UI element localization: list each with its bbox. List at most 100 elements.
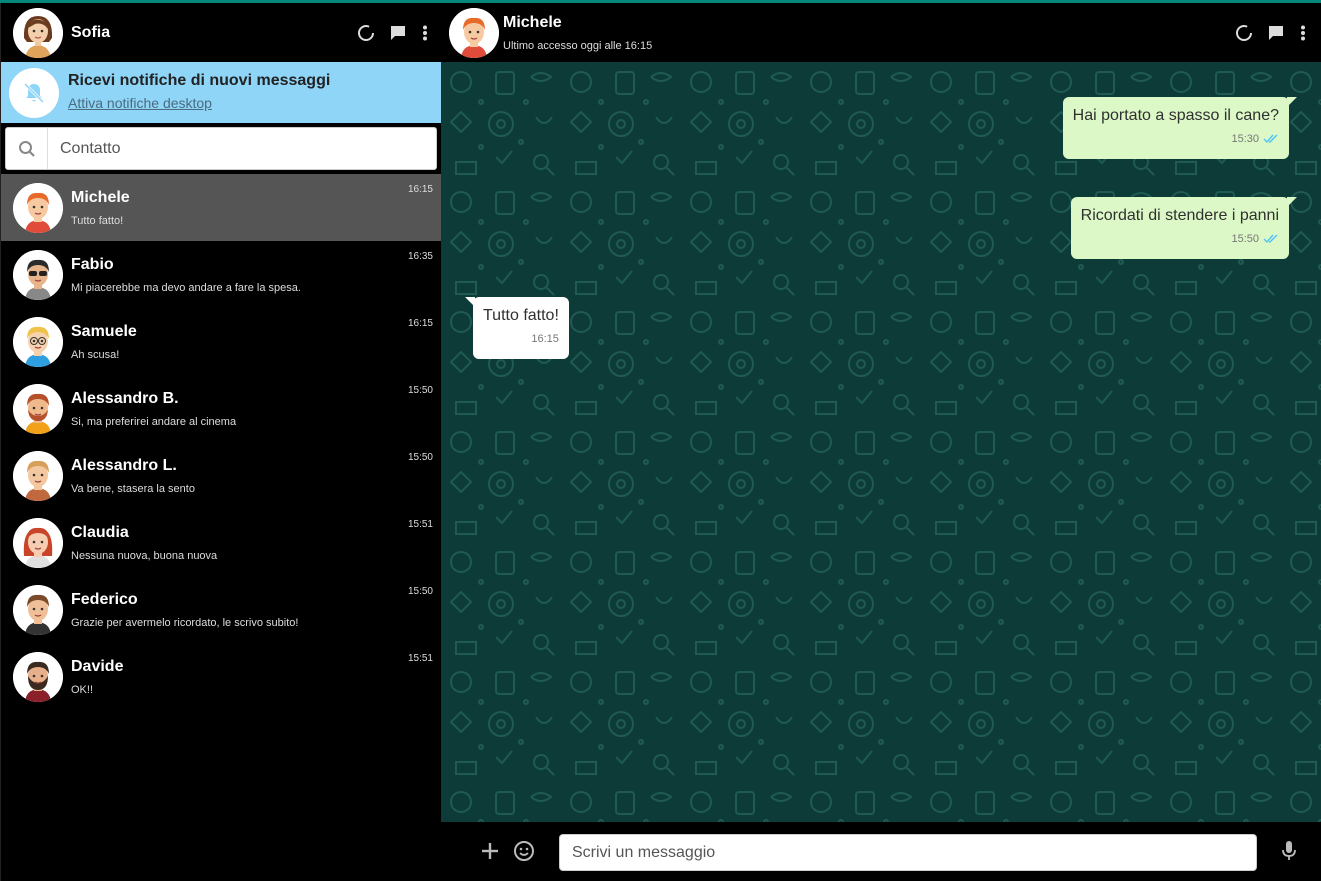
message-input[interactable] xyxy=(572,843,1256,862)
microphone-icon[interactable] xyxy=(1277,839,1301,863)
status-icon[interactable] xyxy=(1235,24,1253,42)
contact-last-message: OK!! xyxy=(71,683,94,696)
read-receipt-icon xyxy=(1263,234,1278,244)
contact-time: 16:15 xyxy=(407,184,433,195)
chat-bubble-icon[interactable] xyxy=(1267,24,1285,42)
contact-name: Alessandro L. xyxy=(71,456,177,474)
message-time: 16:15 xyxy=(531,333,559,345)
notification-text: Ricevi notifiche di nuovi messaggi Attiv… xyxy=(68,72,330,113)
message-time: 15:50 xyxy=(1231,233,1259,245)
avatar xyxy=(13,383,63,434)
chat-contact-name: Michele xyxy=(503,13,562,31)
contact-item[interactable]: Alessandro L. Va bene, stasera la sento 15… xyxy=(1,442,441,509)
chat-header: Michele Ultimo accesso oggi alle 16:15 xyxy=(441,3,1321,62)
contact-time: 15:51 xyxy=(407,519,433,530)
contact-text: Michele Tutto fatto! xyxy=(71,189,429,227)
contact-item[interactable]: Davide OK!! 15:51 xyxy=(1,643,441,710)
app-window: Sofia Ricevi notifiche di nuovi messaggi… xyxy=(0,0,1321,881)
contact-time: 16:35 xyxy=(407,251,433,262)
contact-last-message: Grazie per avermelo ricordato, le scrivo… xyxy=(71,616,299,629)
contact-time: 15:50 xyxy=(407,586,433,597)
plus-icon[interactable] xyxy=(478,839,502,863)
bubble-tail xyxy=(1287,197,1297,207)
avatar xyxy=(13,249,63,300)
avatar xyxy=(13,450,63,501)
contact-last-message: Si, ma preferirei andare al cinema xyxy=(71,415,237,428)
my-name: Sofia xyxy=(71,23,111,41)
new-chat-icon[interactable] xyxy=(389,24,407,42)
menu-icon[interactable] xyxy=(421,24,429,42)
avatar[interactable] xyxy=(449,7,499,58)
contact-last-message: Ah scusa! xyxy=(71,348,120,361)
avatar xyxy=(13,316,63,367)
message-time-row: 16:15 xyxy=(483,333,559,345)
sidebar-header: Sofia xyxy=(1,3,441,62)
message-time: 15:30 xyxy=(1231,133,1259,145)
avatar xyxy=(13,651,63,702)
emoji-icon[interactable] xyxy=(512,839,536,863)
message-composer xyxy=(441,822,1321,881)
avatar xyxy=(13,182,63,233)
status-icon[interactable] xyxy=(357,24,375,42)
sidebar-header-icons xyxy=(357,24,429,42)
contact-item[interactable]: Samuele Ah scusa! 16:15 xyxy=(1,308,441,375)
contact-last-message: Nessuna nuova, buona nuova xyxy=(71,549,218,562)
read-receipt-icon xyxy=(1263,134,1278,144)
incoming-message[interactable]: Tutto fatto! 16:15 xyxy=(465,297,569,359)
notification-title: Ricevi notifiche di nuovi messaggi xyxy=(68,72,331,89)
message-area[interactable]: Hai portato a spasso il cane? 15:30 Ricord… xyxy=(441,62,1321,822)
notification-banner: Ricevi notifiche di nuovi messaggi Attiv… xyxy=(1,62,441,123)
contact-name: Federico xyxy=(71,590,138,608)
contact-item[interactable]: Alessandro B. Si, ma preferirei andare al… xyxy=(1,375,441,442)
outgoing-message[interactable]: Ricordati di stendere i panni 15:50 xyxy=(1070,197,1297,259)
message-text: Ricordati di stendere i panni xyxy=(1080,207,1279,224)
contact-text: Samuele Ah scusa! xyxy=(71,323,429,361)
avatar xyxy=(13,517,63,568)
contact-text: Davide OK!! xyxy=(71,658,429,696)
chat-contact-info[interactable]: Michele Ultimo accesso oggi alle 16:15 xyxy=(503,14,1235,52)
contact-item[interactable]: Fabio Mi piacerebbe ma devo andare a fare… xyxy=(1,241,441,308)
contact-item[interactable]: Claudia Nessuna nuova, buona nuova 15:51 xyxy=(1,509,441,576)
contact-name: Fabio xyxy=(71,255,114,273)
bell-off-icon xyxy=(9,67,59,118)
contact-text: Federico Grazie per avermelo ricordato, l… xyxy=(71,591,429,629)
enable-desktop-notifications-link[interactable]: Attiva notifiche desktop xyxy=(68,95,212,111)
contact-time: 15:50 xyxy=(407,452,433,463)
contact-text: Alessandro B. Si, ma preferirei andare al… xyxy=(71,390,429,428)
bubble-tail xyxy=(1287,97,1297,107)
message-text: Tutto fatto! xyxy=(483,307,559,324)
avatar[interactable] xyxy=(13,7,63,58)
sidebar: Sofia Ricevi notifiche di nuovi messaggi… xyxy=(0,3,441,881)
contact-time: 16:15 xyxy=(407,318,433,329)
search-box xyxy=(5,127,437,170)
message-input-box xyxy=(559,834,1257,871)
contact-text: Alessandro L. Va bene, stasera la sento xyxy=(71,457,429,495)
contact-item[interactable]: Federico Grazie per avermelo ricordato, l… xyxy=(1,576,441,643)
message-time-row: 15:30 xyxy=(1073,133,1279,145)
search-input[interactable] xyxy=(48,128,436,169)
contact-name: Alessandro B. xyxy=(71,389,179,407)
contact-name: Michele xyxy=(71,188,130,206)
avatar xyxy=(13,584,63,635)
doodle-background xyxy=(441,62,1321,822)
outgoing-message[interactable]: Hai portato a spasso il cane? 15:30 xyxy=(1062,97,1297,159)
chat-header-icons xyxy=(1235,24,1307,42)
message-time-row: 15:50 xyxy=(1081,233,1279,245)
contact-item[interactable]: Michele Tutto fatto! 16:15 xyxy=(1,174,441,241)
chat-panel: Michele Ultimo accesso oggi alle 16:15 H… xyxy=(441,3,1321,881)
contact-last-message: Tutto fatto! xyxy=(71,214,124,227)
contact-name: Claudia xyxy=(71,523,129,541)
contact-last-message: Va bene, stasera la sento xyxy=(71,482,195,495)
message-text: Hai portato a spasso il cane? xyxy=(1072,107,1279,124)
contact-time: 15:50 xyxy=(407,385,433,396)
menu-icon[interactable] xyxy=(1299,24,1307,42)
bubble-tail xyxy=(465,297,475,307)
contact-text: Fabio Mi piacerebbe ma devo andare a fare… xyxy=(71,256,429,294)
last-seen-status: Ultimo accesso oggi alle 16:15 xyxy=(503,39,653,52)
search-bar xyxy=(1,123,441,174)
contact-list: Michele Tutto fatto! 16:15 Fabio Mi piacereb… xyxy=(1,174,441,710)
contact-text: Claudia Nessuna nuova, buona nuova xyxy=(71,524,429,562)
contact-name: Samuele xyxy=(71,322,137,340)
search-icon[interactable] xyxy=(6,128,48,169)
contact-name: Davide xyxy=(71,657,124,675)
